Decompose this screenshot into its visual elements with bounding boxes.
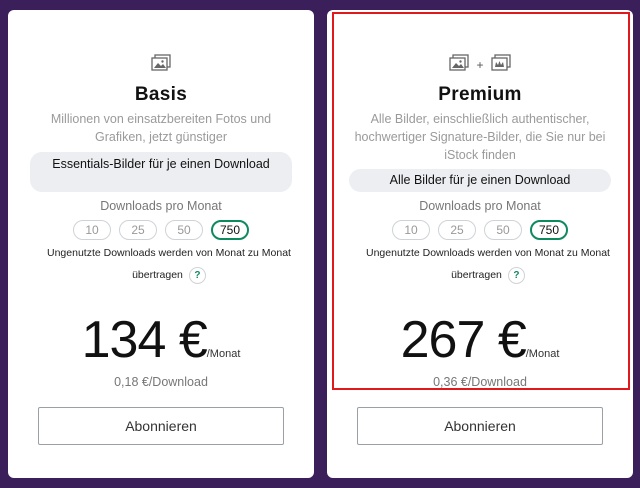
download-option-750[interactable]: 750 (530, 220, 568, 240)
download-options: 10 25 50 750 (327, 220, 633, 240)
download-option-10[interactable]: 10 (73, 220, 111, 240)
plan-title: Premium (438, 84, 522, 105)
price-period: /Monat (525, 348, 560, 360)
plan-title: Basis (134, 84, 188, 105)
plan-description: Alle Bilder, einschließlich authentische… (354, 112, 606, 162)
download-option-10[interactable]: 10 (392, 220, 430, 240)
signature-photo-icon (490, 53, 512, 77)
rollover-text: Ungenutzte Downloads werden von Monat zu… (366, 247, 610, 281)
download-option-750[interactable]: 750 (211, 220, 249, 240)
price-per-download: 0,18 €/Download (114, 375, 208, 389)
rollover-note: Ungenutzte Downloads werden von Monat zu… (359, 242, 617, 286)
plan-icons: + (327, 53, 633, 77)
price-row: 134 €/Monat (8, 310, 314, 370)
download-option-50[interactable]: 50 (484, 220, 522, 240)
download-option-50[interactable]: 50 (165, 220, 203, 240)
plan-icons (8, 53, 314, 77)
download-option-25[interactable]: 25 (438, 220, 476, 240)
price-period: /Monat (206, 348, 241, 360)
stock-photo-icon (150, 53, 172, 77)
help-icon[interactable]: ? (188, 266, 206, 284)
subscribe-button[interactable]: Abonnieren (357, 407, 603, 445)
rollover-text: Ungenutzte Downloads werden von Monat zu… (47, 247, 291, 281)
plan-card-basis: Basis Millionen von einsatzbereiten Foto… (8, 10, 314, 478)
download-option-25[interactable]: 25 (119, 220, 157, 240)
downloads-label: Downloads pro Monat (419, 199, 541, 213)
plus-symbol: + (476, 58, 484, 72)
plan-feature-pill: Essentials-Bilder für je einen Download (30, 152, 292, 192)
price: 134 € (81, 311, 208, 369)
plan-card-premium: + Premium Alle Bilder, einschließlich au… (327, 10, 633, 478)
download-options: 10 25 50 750 (8, 220, 314, 240)
subscribe-button[interactable]: Abonnieren (38, 407, 284, 445)
rollover-note: Ungenutzte Downloads werden von Monat zu… (40, 242, 298, 286)
downloads-label: Downloads pro Monat (100, 199, 222, 213)
price-per-download: 0,36 €/Download (433, 375, 527, 389)
price: 267 € (400, 311, 527, 369)
plan-feature-pill: Alle Bilder für je einen Download (349, 169, 611, 192)
help-icon[interactable]: ? (507, 266, 525, 284)
price-row: 267 €/Monat (327, 310, 633, 370)
plan-description: Millionen von einsatzbereiten Fotos und … (50, 112, 272, 144)
stock-photo-icon (448, 53, 470, 77)
